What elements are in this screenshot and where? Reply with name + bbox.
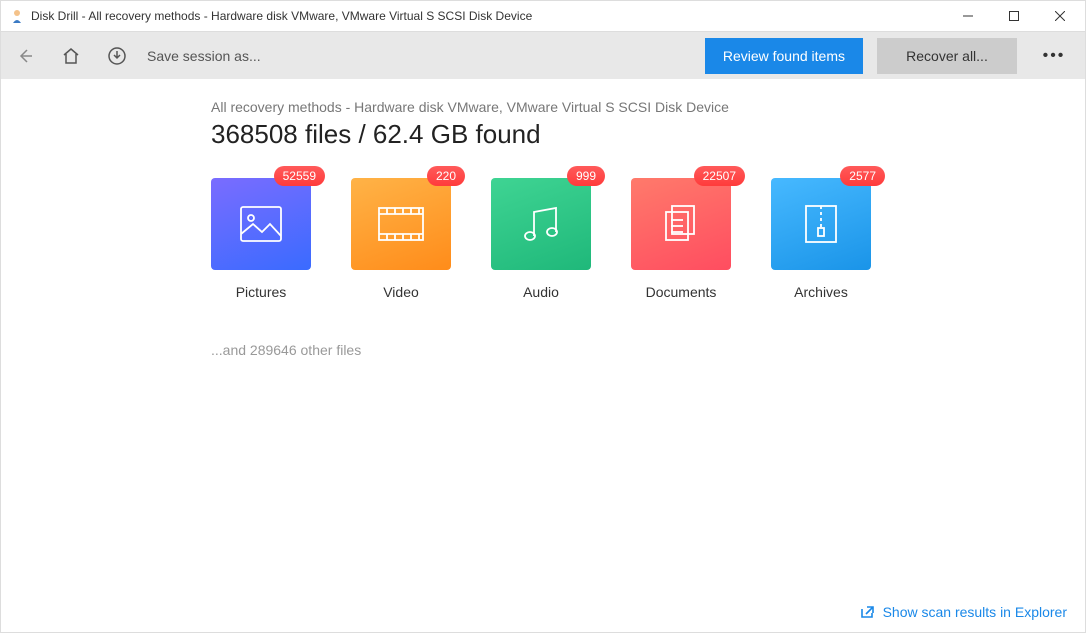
home-button[interactable] [55, 40, 87, 72]
recover-all-button[interactable]: Recover all... [877, 38, 1017, 74]
documents-label: Documents [646, 284, 717, 300]
video-label: Video [383, 284, 419, 300]
show-in-explorer-label: Show scan results in Explorer [883, 604, 1067, 620]
window-title: Disk Drill - All recovery methods - Hard… [31, 9, 945, 23]
category-pictures[interactable]: 52559 Pictures [211, 178, 311, 300]
save-session-link[interactable]: Save session as... [147, 48, 691, 64]
video-badge: 220 [427, 166, 465, 186]
archives-icon [804, 204, 838, 244]
documents-tile: 22507 [631, 178, 731, 270]
close-button[interactable] [1037, 1, 1083, 31]
window-controls [945, 1, 1083, 31]
documents-badge: 22507 [694, 166, 745, 186]
audio-label: Audio [523, 284, 559, 300]
minimize-button[interactable] [945, 1, 991, 31]
scan-subtitle: All recovery methods - Hardware disk VMw… [211, 99, 911, 115]
video-tile: 220 [351, 178, 451, 270]
pictures-badge: 52559 [274, 166, 325, 186]
titlebar: Disk Drill - All recovery methods - Hard… [1, 1, 1085, 31]
pictures-icon [240, 206, 282, 242]
scan-headline: 368508 files / 62.4 GB found [211, 119, 911, 150]
category-video[interactable]: 220 Video [351, 178, 451, 300]
show-in-explorer-link[interactable]: Show scan results in Explorer [859, 604, 1067, 620]
pictures-tile: 52559 [211, 178, 311, 270]
maximize-button[interactable] [991, 1, 1037, 31]
audio-tile: 999 [491, 178, 591, 270]
app-icon [9, 8, 25, 24]
audio-icon [522, 204, 560, 244]
documents-icon [662, 204, 700, 244]
video-icon [378, 207, 424, 241]
category-row: 52559 Pictures 220 [211, 178, 911, 300]
pictures-label: Pictures [236, 284, 287, 300]
archives-badge: 2577 [840, 166, 885, 186]
other-files-text: ...and 289646 other files [211, 342, 911, 358]
category-archives[interactable]: 2577 Archives [771, 178, 871, 300]
review-found-items-button[interactable]: Review found items [705, 38, 863, 74]
back-button[interactable] [9, 40, 41, 72]
category-documents[interactable]: 22507 Documents [631, 178, 731, 300]
open-external-icon [859, 604, 875, 620]
toolbar: Save session as... Review found items Re… [1, 31, 1085, 79]
save-icon[interactable] [101, 40, 133, 72]
audio-badge: 999 [567, 166, 605, 186]
category-audio[interactable]: 999 Audio [491, 178, 591, 300]
main-content: All recovery methods - Hardware disk VMw… [1, 79, 1085, 632]
archives-tile: 2577 [771, 178, 871, 270]
more-button[interactable]: ••• [1031, 38, 1077, 74]
archives-label: Archives [794, 284, 848, 300]
